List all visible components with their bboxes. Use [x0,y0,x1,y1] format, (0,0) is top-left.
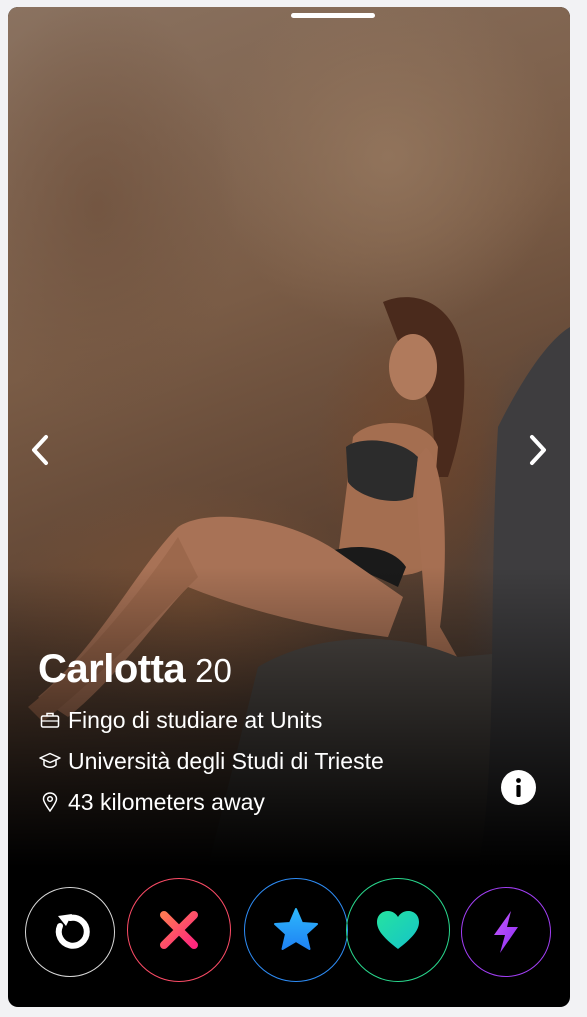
graduation-cap-icon [38,749,62,773]
rewind-icon [55,914,90,949]
profile-age: 20 [195,652,232,689]
like-button[interactable] [346,878,450,982]
next-photo-button[interactable] [518,430,558,470]
school-text: Università degli Studi di Trieste [68,747,384,774]
info-button[interactable] [501,770,536,805]
location-pin-icon [38,790,62,814]
profile-card[interactable]: Carlotta 20 Fingo di studiare at Units U… [8,7,570,1007]
briefcase-icon [38,708,62,732]
chevron-left-icon [32,435,48,465]
profile-info: Carlotta 20 Fingo di studiare at Units U… [38,647,508,822]
name-age-row: Carlotta 20 [38,647,508,699]
rewind-button[interactable] [25,887,115,977]
heart-icon [377,911,419,949]
action-bar [8,877,570,987]
star-icon [274,908,318,950]
job-row: Fingo di studiare at Units [38,700,508,740]
lightning-icon [494,911,518,953]
super-like-button[interactable] [244,878,348,982]
job-text: Fingo di studiare at Units [68,706,323,733]
school-row: Università degli Studi di Trieste [38,741,508,781]
drag-handle[interactable] [291,13,375,18]
boost-button[interactable] [461,887,551,977]
distance-text: 43 kilometers away [68,788,265,815]
profile-name: Carlotta [38,647,186,691]
chevron-right-icon [530,435,546,465]
previous-photo-button[interactable] [20,430,60,470]
distance-row: 43 kilometers away [38,782,508,822]
info-icon [516,778,521,797]
x-icon [160,911,198,949]
nope-button[interactable] [127,878,231,982]
